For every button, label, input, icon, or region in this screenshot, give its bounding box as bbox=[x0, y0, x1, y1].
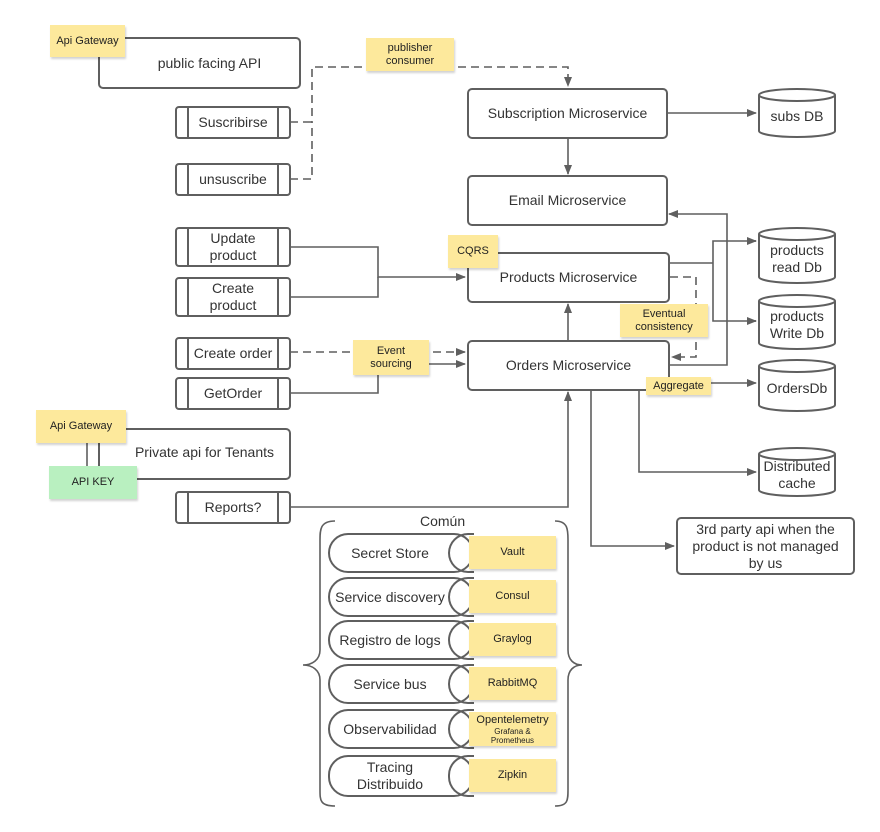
connector-unsubscribe bbox=[290, 122, 313, 180]
products-write-db: products Write Db bbox=[757, 293, 837, 351]
private-api-gateway-note: Api Gateway bbox=[36, 410, 126, 443]
suscribirse-endpoint: Suscribirse bbox=[175, 106, 291, 139]
email-microservice: Email Microservice bbox=[467, 175, 668, 226]
public-api-title: public facing API bbox=[157, 54, 262, 71]
update-product-endpoint: Update product bbox=[175, 227, 291, 267]
connector-orders-3rdparty bbox=[590, 390, 675, 550]
connectors-layer bbox=[86, 66, 757, 807]
connector-create-product bbox=[290, 277, 379, 298]
connector-update-product bbox=[290, 246, 466, 281]
connector-orders-cache bbox=[638, 390, 757, 476]
tool-note: Consul bbox=[469, 580, 556, 613]
api-gateway-note: Api Gateway bbox=[50, 25, 125, 57]
create-order-endpoint: Create order bbox=[175, 337, 291, 370]
eventual-consistency-note: Eventual consistency bbox=[620, 304, 708, 337]
products-read-db: products read Db bbox=[757, 226, 837, 285]
connector-orders-email bbox=[668, 210, 728, 366]
distributed-cache: Distributed cache bbox=[757, 446, 837, 498]
tool-note: Vault bbox=[469, 536, 556, 569]
reports-endpoint: Reports? bbox=[175, 491, 291, 524]
tool-note: Graylog bbox=[469, 623, 556, 656]
unsuscribe-endpoint: unsuscribe bbox=[175, 163, 291, 196]
api-key-note: API KEY bbox=[49, 466, 137, 499]
tool-note: Opentelemetry Grafana & Prometheus bbox=[469, 712, 556, 746]
publisher-consumer-note: publisher consumer bbox=[366, 38, 454, 71]
common-title: Común bbox=[420, 513, 466, 529]
subscription-microservice: Subscription Microservice bbox=[467, 88, 668, 139]
subs-db: subs DB bbox=[757, 87, 837, 139]
public-facing-api: public facing API bbox=[98, 37, 301, 89]
third-party-api: 3rd party api when the product is not ma… bbox=[676, 517, 855, 575]
cqrs-note: CQRS bbox=[448, 235, 498, 268]
get-order-endpoint: GetOrder bbox=[175, 377, 291, 410]
create-product-endpoint: Create product bbox=[175, 277, 291, 317]
orders-microservice: Orders Microservice bbox=[467, 340, 670, 391]
event-sourcing-note: Event sourcing bbox=[353, 340, 429, 375]
connector-reports bbox=[290, 391, 572, 508]
orders-db: OrdersDb bbox=[757, 358, 837, 413]
aggregate-note: Aggregate bbox=[646, 377, 711, 395]
tool-note: RabbitMQ bbox=[469, 667, 556, 700]
brace-right bbox=[554, 520, 583, 807]
tool-note: Zipkin bbox=[469, 759, 556, 792]
